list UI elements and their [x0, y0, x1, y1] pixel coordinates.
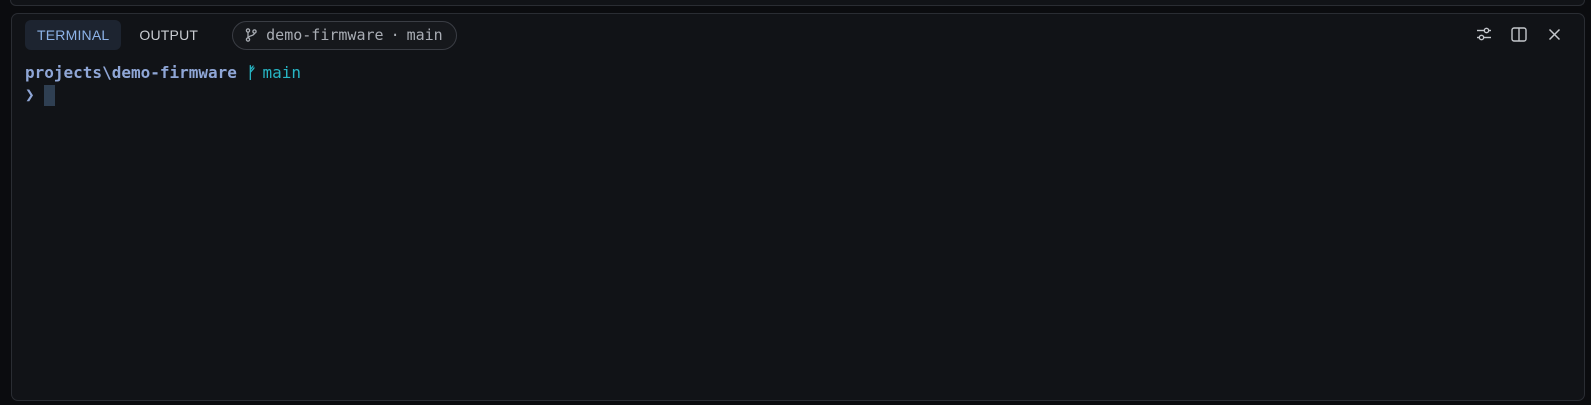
git-branch-icon [245, 28, 257, 42]
text-cursor [43, 84, 55, 106]
upper-panel-edge [10, 0, 1585, 6]
sliders-icon[interactable] [1474, 24, 1494, 44]
panel-tabbar: TERMINAL OUTPUT demo-firmware · main [25, 19, 457, 51]
current-branch: main [262, 63, 302, 82]
split-pane-icon[interactable] [1509, 24, 1529, 44]
current-path: projects\demo-firmware [25, 63, 237, 82]
terminal-output[interactable]: projects\demo-firmware ᚠ main ❯ [25, 62, 1570, 390]
repo-branch-chip[interactable]: demo-firmware · main [232, 20, 457, 50]
repo-name: demo-firmware [266, 26, 384, 44]
close-icon[interactable] [1544, 24, 1564, 44]
branch-glyph-icon: ᚠ [246, 63, 257, 82]
panel-actions [1474, 24, 1564, 44]
terminal-panel: TERMINAL OUTPUT demo-firmware · main pro… [11, 13, 1585, 401]
input-line[interactable]: ❯ [25, 84, 1570, 106]
branch-name: main [406, 26, 443, 44]
prompt-symbol: ❯ [25, 85, 35, 104]
chip-separator: · [390, 26, 400, 44]
tab-output[interactable]: OUTPUT [127, 20, 210, 50]
tab-terminal[interactable]: TERMINAL [25, 20, 122, 50]
prompt-context-line: projects\demo-firmware ᚠ main [25, 62, 1570, 84]
